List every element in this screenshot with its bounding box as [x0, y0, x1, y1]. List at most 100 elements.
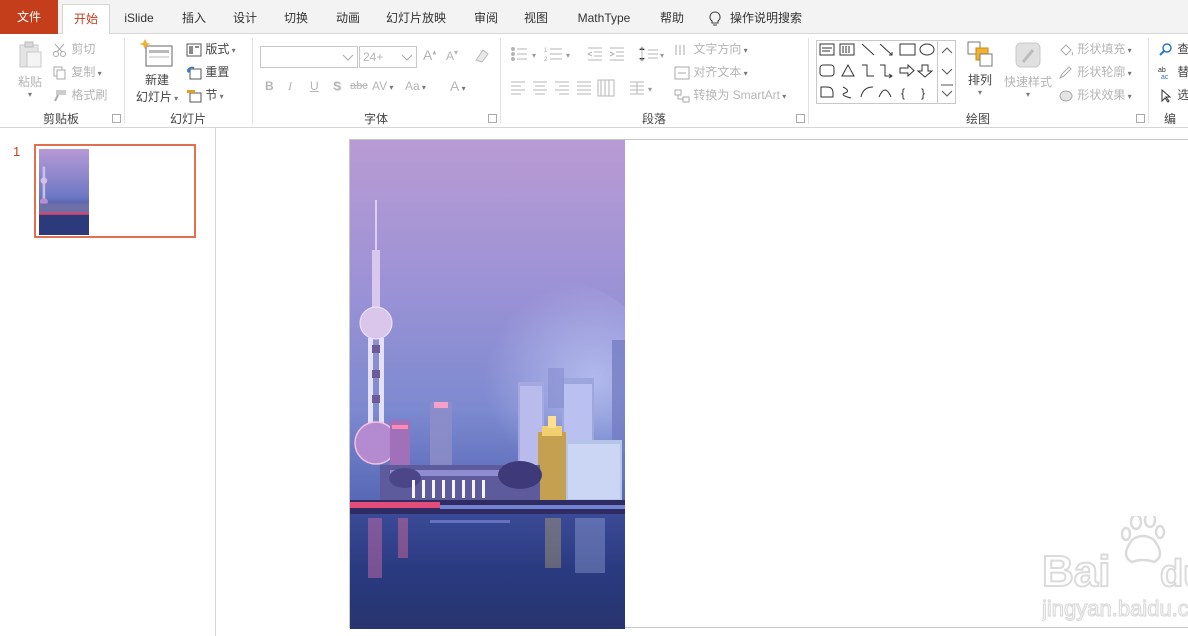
lightbulb-icon — [709, 11, 721, 26]
gallery-scroll-arrows-icon — [941, 47, 953, 97]
slide-number: 1 — [13, 144, 21, 159]
layout-label: 版式 — [205, 42, 230, 56]
shape-outline-button[interactable]: 形状轮廓 ▾ — [1058, 63, 1132, 80]
shape-effects-label: 形状效果 — [1077, 88, 1126, 102]
tab-review[interactable]: 审阅 — [464, 4, 508, 34]
shrink-font-button[interactable]: A▾ — [446, 48, 458, 63]
copy-icon — [53, 66, 66, 80]
tab-home[interactable]: 开始 — [62, 4, 110, 35]
paste-button[interactable]: 粘贴 ▾ — [14, 40, 46, 99]
format-painter-button[interactable]: 格式刷 — [52, 86, 107, 103]
copy-label: 复制 — [71, 65, 96, 79]
tab-help[interactable]: 帮助 — [650, 4, 694, 34]
baidu-watermark: Bai du 经验 jingyan.baidu.com — [1042, 516, 1188, 622]
shape-fill-button[interactable]: 形状填充 ▾ — [1058, 40, 1132, 57]
tab-insert[interactable]: 插入 — [172, 4, 216, 34]
new-slide-icon — [139, 39, 173, 67]
thumbnail-city-image — [39, 149, 89, 235]
convert-smartart-button[interactable]: 转换为 SmartArt ▾ — [674, 86, 786, 103]
tab-animations[interactable]: 动画 — [326, 4, 370, 34]
drawing-group-label: 绘图 — [965, 112, 990, 126]
layout-button[interactable]: 版式 ▾ — [186, 40, 236, 57]
shapes-gallery[interactable]: { } — [816, 40, 956, 104]
slide-thumbnail[interactable] — [34, 144, 196, 238]
new-slide-button[interactable]: 新建 幻灯片 ▾ — [134, 38, 180, 105]
select-label: 选 — [1177, 88, 1188, 102]
group-divider — [124, 38, 125, 124]
layout-icon — [186, 43, 202, 57]
tab-mathtype[interactable]: MathType — [566, 4, 642, 34]
svg-text:▾: ▾ — [566, 51, 570, 60]
svg-text:ac: ac — [1161, 74, 1169, 80]
change-case-button[interactable]: Aa ▾ — [405, 79, 426, 93]
align-text-button[interactable]: 对齐文本 ▾ — [674, 63, 748, 80]
tab-file[interactable]: 文件 — [0, 0, 58, 34]
change-case-label: Aa — [405, 79, 420, 93]
paragraph-launcher-icon[interactable] — [796, 114, 805, 123]
slide-editor: Bai du 经验 jingyan.baidu.com — [217, 128, 1188, 636]
convert-smartart-label: 转换为 SmartArt — [693, 88, 781, 102]
shadow-button[interactable]: S — [333, 79, 341, 93]
paste-dropdown-icon: ▾ — [27, 90, 32, 99]
section-icon — [187, 89, 202, 103]
font-color-button[interactable]: A ▾ — [450, 78, 466, 94]
tab-view[interactable]: 视图 — [514, 4, 558, 34]
paragraph-align-icons: ▾ — [511, 79, 652, 97]
font-launcher-icon[interactable] — [488, 114, 497, 123]
replace-button[interactable]: ab ac 替 — [1158, 63, 1188, 80]
numbering-icon — [550, 48, 562, 60]
svg-text:{: { — [901, 86, 905, 100]
copy-button[interactable]: 复制 ▾ — [52, 63, 102, 80]
arrange-button[interactable]: 排列 ▾ — [964, 40, 996, 97]
cut-button[interactable]: 剪切 — [52, 40, 95, 57]
tab-slideshow[interactable]: 幻灯片放映 — [378, 4, 454, 34]
svg-text:ab: ab — [1158, 67, 1166, 74]
watermark-brand-2: du — [1160, 553, 1188, 595]
replace-label: 替 — [1177, 65, 1188, 79]
smartart-icon — [674, 89, 690, 103]
char-spacing-button[interactable]: AV ▾ — [372, 79, 393, 93]
clear-format-button[interactable] — [473, 46, 491, 64]
font-name-combo[interactable] — [260, 46, 358, 68]
section-button[interactable]: 节 ▾ — [186, 86, 224, 103]
gallery-scroll[interactable] — [937, 41, 955, 103]
clipboard-launcher-icon[interactable] — [112, 114, 121, 123]
group-divider — [808, 38, 809, 124]
quick-styles-dropdown-icon: ▾ — [1025, 90, 1030, 99]
cursor-icon — [1161, 88, 1172, 103]
reset-icon — [187, 66, 202, 80]
shape-fill-label: 形状填充 — [1077, 42, 1126, 56]
tab-transitions[interactable]: 切换 — [274, 4, 318, 34]
shanghai-skyline-photo[interactable] — [350, 140, 625, 629]
text-direction-button[interactable]: 文字方向 ▾ — [674, 40, 748, 57]
align-text-label: 对齐文本 — [693, 65, 742, 79]
new-slide-label-1: 新建 — [144, 73, 169, 87]
quick-styles-button[interactable]: 快速样式 ▾ — [1002, 40, 1054, 99]
find-button[interactable]: 查 — [1158, 40, 1188, 57]
new-slide-label-2: 幻灯片 — [135, 90, 172, 104]
reset-button[interactable]: 重置 — [186, 63, 229, 80]
font-group-label: 字体 — [363, 112, 388, 126]
font-color-label: A — [450, 78, 460, 94]
bold-button[interactable]: B — [265, 79, 274, 93]
tab-design[interactable]: 设计 — [224, 4, 266, 34]
slide-canvas[interactable]: Bai du 经验 jingyan.baidu.com — [349, 139, 1188, 629]
select-button[interactable]: 选 — [1158, 86, 1188, 103]
chevron-down-icon — [401, 54, 413, 61]
replace-icon: abac — [1158, 67, 1169, 80]
format-painter-label: 格式刷 — [71, 88, 108, 102]
tell-me-search[interactable]: 操作说明搜索 — [708, 4, 802, 32]
drawing-launcher-icon[interactable] — [1136, 114, 1145, 123]
bullets-icon — [511, 47, 527, 61]
tab-islide[interactable]: iSlide — [116, 4, 162, 34]
strikethrough-button[interactable]: abc — [350, 80, 368, 92]
arrange-dropdown-icon: ▾ — [977, 88, 982, 97]
group-divider — [500, 38, 501, 124]
italic-button[interactable]: I — [288, 79, 292, 94]
svg-text:▾: ▾ — [660, 51, 664, 60]
tell-me-label: 操作说明搜索 — [730, 11, 803, 25]
underline-button[interactable]: U — [310, 79, 319, 93]
grow-font-button[interactable]: A▴ — [423, 47, 436, 63]
font-size-combo[interactable]: 24+ — [359, 46, 417, 68]
shape-effects-button[interactable]: 形状效果 ▾ — [1058, 86, 1132, 103]
